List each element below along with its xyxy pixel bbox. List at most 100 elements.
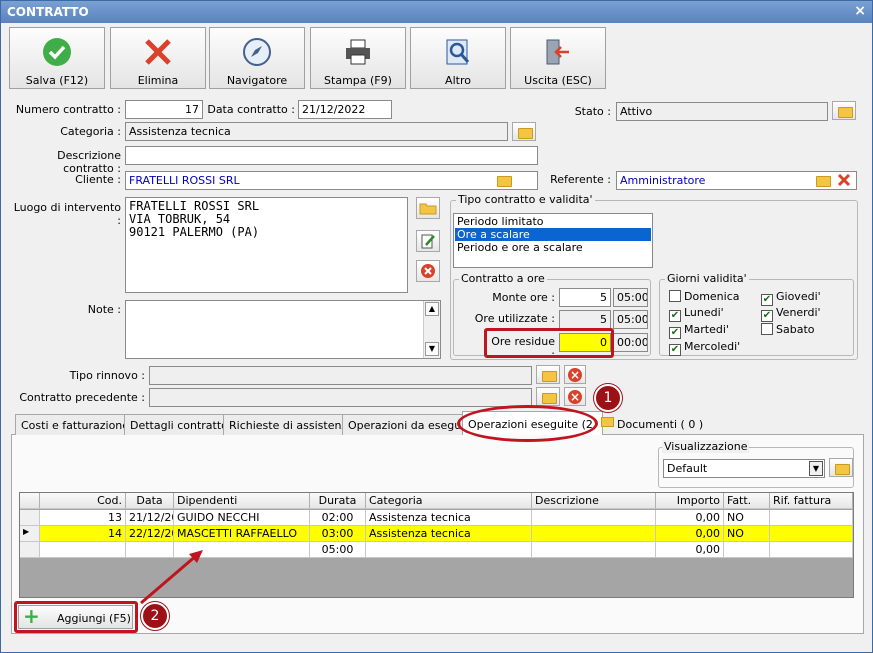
- grid-header-cell[interactable]: Rif. fattura: [770, 493, 853, 509]
- grid-header-cell[interactable]: Descrizione: [532, 493, 656, 509]
- chevron-down-icon[interactable]: ▼: [809, 461, 823, 476]
- data-field[interactable]: 21/12/2022: [298, 100, 392, 119]
- stato-field[interactable]: Attivo: [616, 102, 828, 121]
- cliente-field[interactable]: FRATELLI ROSSI SRL: [125, 171, 538, 190]
- checkbox-checked-icon[interactable]: ✔: [761, 310, 773, 322]
- descrizione-label: Descrizione contratto :: [57, 149, 121, 175]
- stato-folder-icon[interactable]: [832, 101, 856, 120]
- clear-luogo-button[interactable]: [416, 260, 440, 282]
- edit-button[interactable]: [416, 230, 440, 252]
- table-row-selected[interactable]: ▶ 14 22/12/2022 MASCETTI RAFFAELLO 03:00…: [20, 526, 853, 542]
- grid-header-cell[interactable]: Dipendenti: [174, 493, 310, 509]
- checkbox-icon[interactable]: [669, 290, 681, 302]
- table-row[interactable]: 13 21/12/2022 GUIDO NECCHI 02:00 Assiste…: [20, 510, 853, 526]
- monte-ore-time: 05:00: [613, 288, 648, 307]
- more-button[interactable]: Altro: [410, 27, 506, 89]
- giorno-domenica[interactable]: Domenica: [669, 290, 740, 303]
- ore-residue-time: 00:00: [613, 333, 648, 352]
- grid-header-cell[interactable]: Data: [126, 493, 174, 509]
- grid-header-cell[interactable]: Importo: [656, 493, 724, 509]
- cliente-label: Cliente :: [75, 173, 121, 186]
- row-pointer-icon: ▶: [20, 526, 40, 542]
- numero-label: Numero contratto :: [15, 103, 121, 116]
- ore-utilizzate-field: 5: [559, 310, 611, 329]
- luogo-textarea[interactable]: FRATELLI ROSSI SRL VIA TOBRUK, 54 90121 …: [125, 197, 408, 293]
- rinnovo-folder-icon[interactable]: [536, 365, 560, 384]
- grid-header-cell[interactable]: Cod.: [40, 493, 126, 509]
- referente-clear-icon[interactable]: [837, 173, 851, 187]
- categoria-folder-icon[interactable]: [512, 122, 536, 141]
- annotation-arrow: [140, 550, 203, 605]
- edit-icon: [421, 234, 435, 249]
- tipo-contratto-title: Tipo contratto e validita': [456, 193, 595, 206]
- x-icon: [145, 39, 171, 65]
- tab-richieste[interactable]: Richieste di assistenza: [223, 414, 360, 435]
- rinnovo-field[interactable]: [149, 366, 532, 385]
- descrizione-field[interactable]: [125, 146, 538, 165]
- tab-highlight-ellipse: [457, 405, 598, 442]
- grid-header-cell[interactable]: Durata: [310, 493, 366, 509]
- scroll-up-icon[interactable]: ▲: [425, 302, 439, 316]
- navigator-button[interactable]: Navigatore: [209, 27, 305, 89]
- giorno-venerdi[interactable]: ✔ Venerdi': [761, 306, 821, 322]
- exit-button[interactable]: Uscita (ESC): [510, 27, 606, 89]
- cliente-folder-icon[interactable]: [492, 171, 516, 190]
- referente-folder-icon[interactable]: [811, 171, 835, 190]
- tipo-listbox[interactable]: Periodo limitato Ore a scalare Periodo e…: [453, 213, 653, 268]
- note-textarea[interactable]: ▲ ▼: [125, 300, 441, 359]
- add-button-highlight: [14, 601, 138, 633]
- print-button[interactable]: Stampa (F9): [310, 27, 406, 89]
- giorno-mercoledi[interactable]: ✔ Mercoledi': [669, 340, 740, 356]
- compass-icon: [243, 38, 271, 66]
- grid-header-cell[interactable]: Categoria: [366, 493, 532, 509]
- checkbox-icon[interactable]: [761, 323, 773, 335]
- grid-header: Cod. Data Dipendenti Durata Categoria De…: [20, 493, 853, 509]
- checkbox-checked-icon[interactable]: ✔: [669, 327, 681, 339]
- monte-ore-label: Monte ore :: [492, 291, 555, 304]
- numero-field[interactable]: 17: [125, 100, 203, 119]
- window-title: CONTRATTO: [7, 5, 89, 19]
- tab-dettagli[interactable]: Dettagli contratto: [124, 414, 234, 435]
- delete-button[interactable]: Elimina: [110, 27, 206, 89]
- checkbox-checked-icon[interactable]: ✔: [761, 294, 773, 306]
- close-icon[interactable]: ×: [854, 3, 866, 19]
- luogo-line: 90121 PALERMO (PA): [129, 225, 260, 239]
- tab-documenti[interactable]: Documenti ( 0 ): [599, 414, 708, 435]
- printer-icon: [346, 39, 370, 65]
- luogo-label: Luogo di intervento :: [13, 201, 121, 227]
- checkbox-checked-icon[interactable]: ✔: [669, 310, 681, 322]
- annotation-badge-2: 2: [141, 602, 169, 630]
- precedente-clear-icon[interactable]: [564, 387, 586, 406]
- precedente-folder-icon[interactable]: [536, 387, 560, 406]
- giorno-giovedi[interactable]: ✔ Giovedi': [761, 290, 821, 306]
- grid-header-cell[interactable]: Fatt.: [724, 493, 770, 509]
- tipo-option-selected[interactable]: Ore a scalare: [455, 228, 651, 241]
- tab-costi[interactable]: Costi e fatturazione: [15, 414, 136, 435]
- giorno-lunedi[interactable]: ✔ Lunedi': [669, 306, 724, 322]
- giorno-martedi[interactable]: ✔ Martedi': [669, 323, 729, 339]
- tipo-option[interactable]: Periodo limitato: [455, 215, 651, 228]
- save-button[interactable]: Salva (F12): [9, 27, 105, 89]
- open-folder-button[interactable]: [416, 197, 440, 219]
- visualizzazione-folder-icon[interactable]: [829, 458, 853, 477]
- title-bar: CONTRATTO ×: [1, 1, 872, 23]
- visualizzazione-title: Visualizzazione: [662, 440, 750, 453]
- precedente-field[interactable]: [149, 388, 532, 407]
- scroll-down-icon[interactable]: ▼: [425, 342, 439, 356]
- categoria-field[interactable]: Assistenza tecnica: [125, 122, 508, 141]
- giorno-sabato[interactable]: Sabato: [761, 323, 815, 336]
- checkbox-checked-icon[interactable]: ✔: [669, 344, 681, 356]
- note-scrollbar[interactable]: ▲ ▼: [423, 301, 440, 358]
- grid-header-cell: [20, 493, 40, 509]
- ore-residue-highlight: [484, 328, 614, 358]
- tipo-option[interactable]: Periodo e ore a scalare: [455, 241, 651, 254]
- referente-label: Referente :: [550, 173, 611, 186]
- visualizzazione-select[interactable]: Default: [663, 459, 825, 478]
- rinnovo-label: Tipo rinnovo :: [69, 369, 145, 382]
- rinnovo-clear-icon[interactable]: [564, 365, 586, 384]
- monte-ore-field[interactable]: 5: [559, 288, 611, 307]
- exit-label: Uscita (ESC): [524, 74, 592, 87]
- magnifier-icon: [446, 39, 470, 65]
- precedente-label: Contratto precedente :: [19, 391, 145, 404]
- exit-icon: [546, 39, 569, 65]
